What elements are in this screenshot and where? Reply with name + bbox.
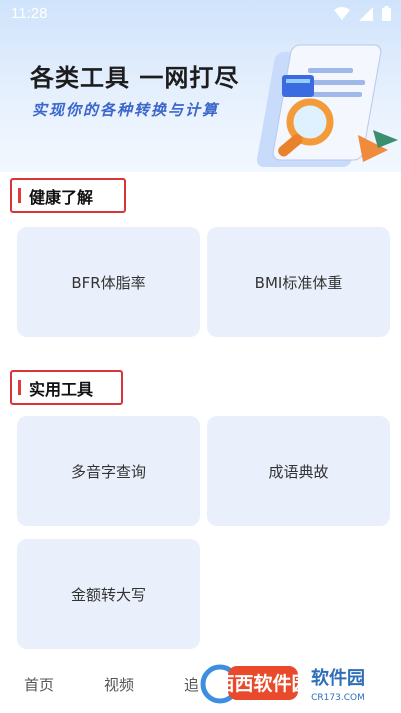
section-header-utilities: 实用工具 — [10, 370, 123, 405]
tool-card-bfr[interactable]: BFR体脂率 — [17, 227, 200, 337]
document-magnifier-illustration-icon — [256, 44, 398, 167]
hero-title: 各类工具 一网打尽 — [30, 64, 240, 92]
tool-card-label: BFR体脂率 — [71, 273, 146, 292]
section-header-health: 健康了解 — [10, 178, 126, 213]
battery-icon — [382, 6, 391, 21]
nav-item-follow[interactable]: 追 — [184, 674, 199, 695]
section-title-health: 健康了解 — [29, 187, 94, 207]
watermark-text: 西西软件园 — [215, 672, 310, 695]
status-bar: 11:28 — [0, 0, 401, 30]
svg-text:软件园: 软件园 — [311, 667, 365, 689]
hero-subtitle: 实现你的各种转换与计算 — [32, 101, 220, 119]
section-title-utilities: 实用工具 — [29, 379, 94, 399]
watermark-logo: 西西软件园 软件园 CR173.COM — [198, 660, 388, 708]
tool-card-polyphonic[interactable]: 多音字查询 — [17, 416, 200, 526]
tool-card-label: 成语典故 — [268, 462, 329, 481]
nav-item-home[interactable]: 首页 — [24, 674, 54, 695]
nav-item-video[interactable]: 视频 — [104, 674, 134, 695]
tool-card-label: BMI标准体重 — [254, 273, 343, 292]
tool-card-bmi[interactable]: BMI标准体重 — [207, 227, 390, 337]
tool-card-idiom[interactable]: 成语典故 — [207, 416, 390, 526]
wifi-icon — [334, 6, 350, 20]
watermark-sub: CR173.COM — [311, 693, 365, 703]
section-accent-bar — [18, 188, 21, 203]
tool-card-amount-uppercase[interactable]: 金额转大写 — [17, 539, 200, 649]
status-time: 11:28 — [11, 5, 48, 22]
section-accent-bar — [18, 380, 21, 395]
tool-card-label: 多音字查询 — [70, 462, 146, 481]
watermark-logo-icon: 西西软件园 软件园 CR173.COM — [200, 664, 365, 704]
signal-icon — [359, 6, 373, 21]
tool-card-label: 金额转大写 — [70, 585, 146, 604]
